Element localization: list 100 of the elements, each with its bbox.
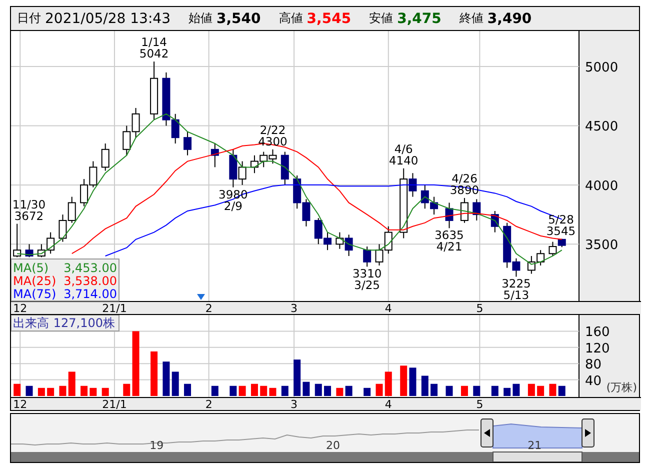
candlestick	[210, 143, 219, 168]
price-annotation: 3890	[450, 182, 480, 197]
candlestick	[101, 143, 110, 172]
price-annotation: 4/21	[436, 240, 462, 254]
candlestick	[472, 198, 481, 221]
price-annotation: 4300	[258, 134, 288, 148]
price-annotation: 5/28	[548, 212, 574, 226]
price-annotation: 3545	[546, 224, 576, 238]
volume-bar	[473, 386, 480, 396]
volume-bar	[430, 384, 438, 396]
y-tick-label: 120	[585, 341, 610, 356]
field-value: 3,545	[306, 10, 352, 26]
x-tick-label: 3	[290, 398, 298, 410]
candlestick	[384, 226, 392, 254]
candlestick	[536, 250, 545, 266]
price-annotation: 3225	[502, 276, 531, 291]
field-label: 終値	[459, 10, 484, 27]
volume-bar	[537, 386, 544, 396]
range-handle[interactable]	[582, 418, 594, 448]
price-annotation: 2/9	[224, 198, 242, 213]
volume-bar	[504, 388, 511, 396]
candlestick	[490, 210, 499, 233]
candlestick	[344, 234, 353, 256]
volume-bar	[281, 386, 288, 396]
x-tick-label: 2	[205, 302, 212, 314]
price-annotation: 3/25	[354, 278, 380, 292]
candlestick	[280, 151, 289, 186]
volume-bar	[269, 388, 276, 396]
candlestick	[314, 218, 322, 245]
range-handle[interactable]	[480, 418, 494, 448]
price-annotation: 4140	[388, 153, 418, 168]
volume-bar	[302, 382, 310, 396]
x-tick-label: 4	[384, 398, 392, 410]
legend-value: 3,453.00	[64, 261, 117, 275]
candlestick	[302, 198, 310, 227]
volume-value: 127,100株	[53, 316, 115, 330]
price-annotation: 3635	[434, 228, 464, 242]
volume-bar	[491, 386, 498, 396]
volume-bar	[59, 386, 66, 396]
candlestick	[336, 232, 344, 250]
price-annotation: 4/6	[394, 142, 413, 156]
candlestick	[420, 184, 429, 210]
legend-label: MA(5)	[13, 261, 49, 275]
candlestick	[250, 154, 258, 174]
candlestick	[445, 202, 454, 229]
x-tick-label: 12	[13, 398, 28, 410]
volume-bar	[184, 384, 192, 396]
candlestick	[260, 151, 268, 168]
volume-bar	[132, 331, 140, 396]
y-tick-label: 40	[585, 374, 602, 389]
candlestick	[122, 125, 131, 156]
y-tick-label: 5000	[585, 60, 618, 76]
candlestick	[80, 178, 88, 207]
field-value: 3,475	[397, 10, 442, 26]
candlestick	[324, 232, 332, 251]
volume-bar	[172, 372, 179, 396]
volume-bar	[409, 368, 416, 396]
candlestick	[268, 148, 277, 164]
candlestick	[375, 244, 384, 266]
volume-bar	[80, 386, 88, 396]
volume-bar	[336, 388, 344, 396]
candlestick	[184, 131, 192, 156]
volume-bar	[211, 386, 218, 396]
volume-bar	[294, 360, 301, 396]
y-tick-label: 3500	[585, 238, 618, 254]
volume-bar	[345, 386, 352, 396]
x-tick-label: 21/1	[102, 398, 127, 410]
volume-bar	[376, 384, 383, 396]
x-tick-label: 5	[476, 302, 484, 314]
price-annotation: 5042	[139, 46, 169, 61]
selected-range[interactable]	[492, 424, 582, 448]
y-tick-label: 160	[585, 325, 610, 340]
candlestick	[293, 174, 302, 210]
volume-bar	[460, 386, 468, 396]
y-tick-label: 4000	[585, 178, 618, 194]
volume-bar	[250, 384, 258, 396]
legend-value: 3,714.00	[64, 287, 117, 301]
volume-bar	[400, 366, 408, 396]
legend-label: MA(75)	[13, 287, 56, 301]
volume-bar	[14, 384, 21, 396]
candlestick	[25, 244, 34, 258]
volume-bar	[314, 384, 322, 396]
x-tick-label: 12	[13, 302, 28, 314]
volume-bar	[421, 376, 428, 396]
volume-bar	[238, 386, 246, 396]
volume-bar	[528, 384, 535, 396]
year-label: 19	[150, 439, 164, 452]
price-annotation: 3310	[352, 266, 382, 281]
volume-bar	[364, 388, 371, 396]
candlestick	[13, 223, 22, 258]
candlestick	[89, 160, 98, 188]
year-label: 20	[326, 439, 340, 452]
candlestick	[460, 197, 468, 224]
candlestick	[527, 256, 536, 274]
price-annotation: 5/13	[503, 288, 530, 302]
x-tick-label: 3	[290, 302, 298, 314]
field-value: 3,490	[487, 10, 532, 26]
volume-bar	[384, 372, 392, 396]
volume-bar	[549, 384, 556, 396]
y-tick-label: 4500	[585, 120, 618, 135]
